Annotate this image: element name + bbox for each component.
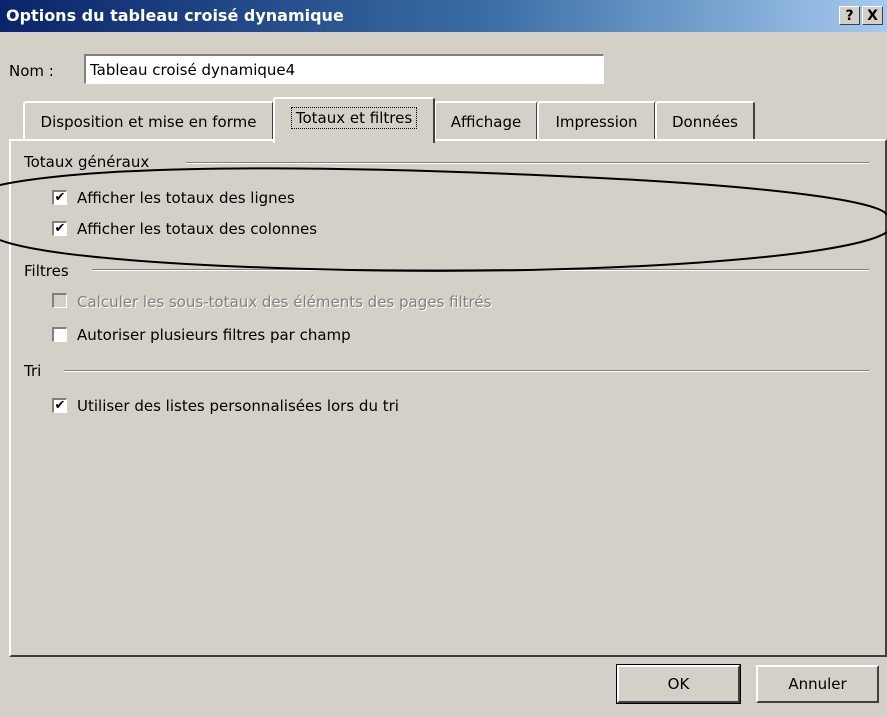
tab-panel — [9, 139, 887, 657]
tab-affichage[interactable]: Affichage — [434, 101, 538, 139]
window-title: Options du tableau croisé dynamique — [6, 6, 344, 25]
help-button[interactable]: ? — [839, 6, 860, 25]
tab-label: Données — [671, 113, 738, 131]
tab-label: Affichage — [450, 113, 522, 131]
tab-label: Disposition et mise en forme — [40, 113, 257, 131]
title-bar: Options du tableau croisé dynamique ? X — [0, 0, 887, 32]
name-input[interactable]: Tableau croisé dynamique4 — [84, 54, 604, 84]
tab-label: Totaux et filtres — [290, 107, 418, 129]
tab-disposition[interactable]: Disposition et mise en forme — [23, 101, 274, 139]
tab-donnees[interactable]: Données — [655, 101, 755, 139]
cancel-button[interactable]: Annuler — [756, 665, 879, 703]
tab-impression[interactable]: Impression — [537, 101, 656, 139]
tab-totaux-filtres[interactable]: Totaux et filtres — [273, 97, 435, 143]
name-label: Nom : — [9, 62, 54, 80]
close-button[interactable]: X — [862, 6, 883, 25]
tab-label: Impression — [555, 113, 638, 131]
ok-button[interactable]: OK — [616, 664, 741, 704]
